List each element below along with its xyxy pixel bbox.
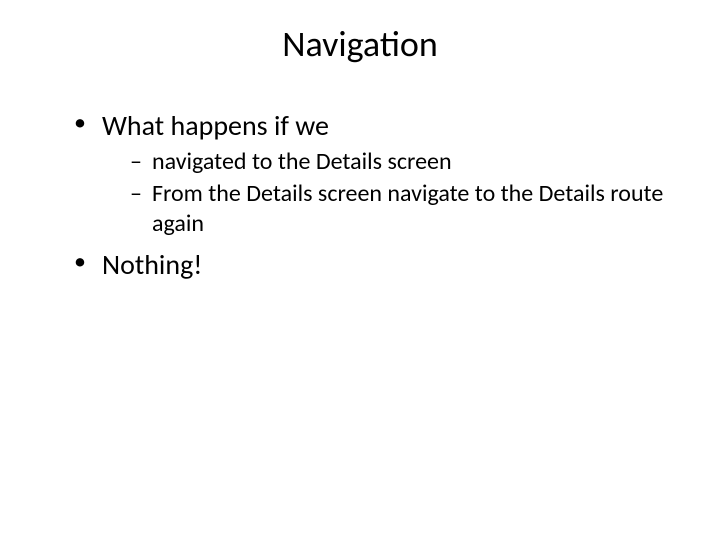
slide-title: Navigation — [50, 22, 670, 66]
bullet-item: What happens if we — [74, 108, 670, 143]
sublist: navigated to the Details screen From the… — [74, 147, 670, 239]
slide-content: What happens if we navigated to the Deta… — [50, 108, 670, 282]
sub-bullet-item: From the Details screen navigate to the … — [130, 179, 670, 239]
bullet-item: Nothing! — [74, 247, 670, 282]
sub-bullet-item: navigated to the Details screen — [130, 147, 670, 177]
slide: Navigation What happens if we navigated … — [0, 0, 720, 540]
